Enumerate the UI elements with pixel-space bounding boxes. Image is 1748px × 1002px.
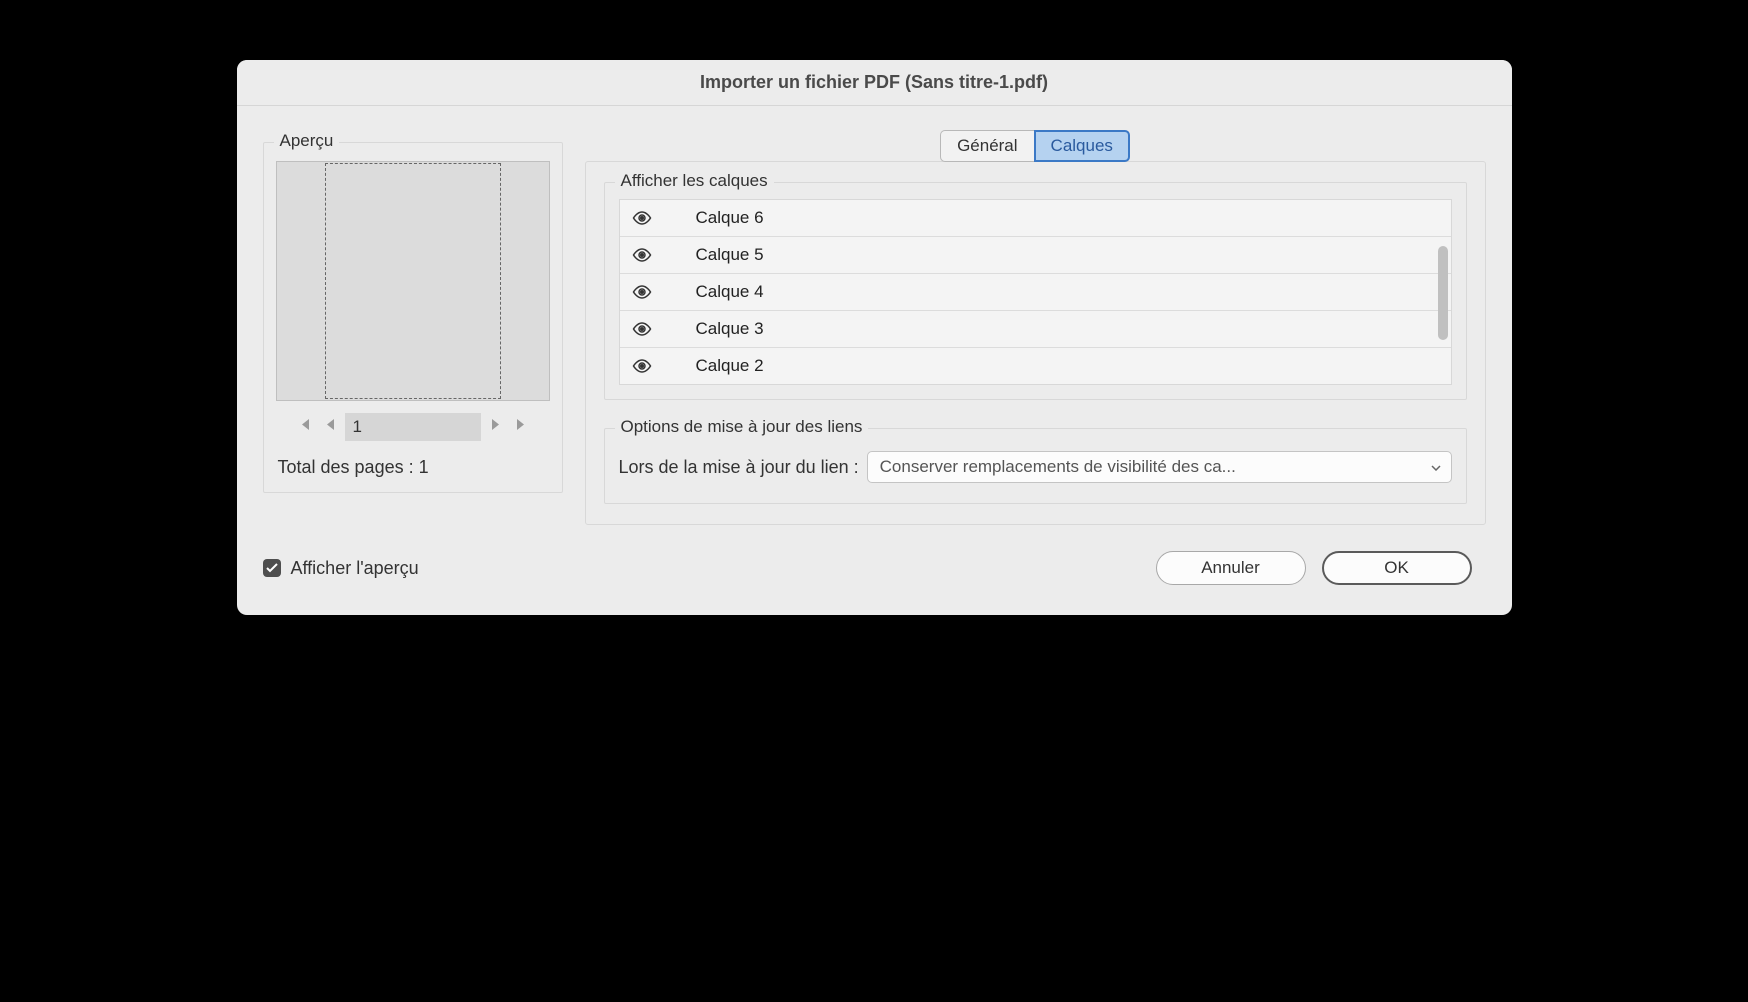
tab-layers[interactable]: Calques [1034,130,1130,162]
layer-row[interactable]: Calque 6 [620,200,1451,237]
preview-group-label: Aperçu [274,131,340,151]
visibility-eye-icon[interactable] [632,359,672,373]
visibility-eye-icon[interactable] [632,285,672,299]
visibility-eye-icon[interactable] [632,248,672,262]
on-update-label: Lors de la mise à jour du lien : [619,457,859,478]
total-pages-label: Total des pages : 1 [276,457,550,478]
link-update-options-group: Options de mise à jour des liens Lors de… [604,428,1467,504]
last-page-icon[interactable] [511,416,532,438]
layer-row[interactable]: Calque 3 [620,311,1451,348]
visibility-eye-icon[interactable] [632,211,672,225]
page-navigator [276,413,550,441]
layer-name-label: Calque 2 [672,356,764,376]
visibility-override-dropdown[interactable]: Conserver remplacements de visibilité de… [867,451,1452,483]
chevron-down-icon [1431,460,1441,474]
preview-group: Aperçu [263,142,563,493]
layer-name-label: Calque 3 [672,319,764,339]
prev-page-icon[interactable] [321,416,339,438]
show-preview-checkbox[interactable] [263,559,281,577]
page-number-input[interactable] [345,413,481,441]
layer-name-label: Calque 6 [672,208,764,228]
next-page-icon[interactable] [487,416,505,438]
tab-general[interactable]: Général [940,130,1033,162]
layer-row[interactable]: Calque 2 [620,348,1451,385]
preview-thumbnail-area [276,161,550,401]
link-update-title: Options de mise à jour des liens [615,417,869,437]
tab-bar: Général Calques [585,130,1486,162]
dialog-title: Importer un fichier PDF (Sans titre-1.pd… [237,60,1512,106]
layers-list[interactable]: Calque 6 Calque 5 Calque 4 [619,199,1452,385]
import-pdf-dialog: Importer un fichier PDF (Sans titre-1.pd… [237,60,1512,615]
show-preview-checkbox-row[interactable]: Afficher l'aperçu [263,558,419,579]
scrollbar-thumb[interactable] [1438,246,1448,340]
ok-button[interactable]: OK [1322,551,1472,585]
first-page-icon[interactable] [294,416,315,438]
cancel-button[interactable]: Annuler [1156,551,1306,585]
layer-name-label: Calque 5 [672,245,764,265]
show-layers-group: Afficher les calques Calque 6 [604,182,1467,400]
preview-page-thumbnail[interactable] [325,163,501,399]
show-layers-title: Afficher les calques [615,171,774,191]
layers-tab-panel: Afficher les calques Calque 6 [585,161,1486,525]
layer-name-label: Calque 4 [672,282,764,302]
show-preview-label: Afficher l'aperçu [291,558,419,579]
layer-row[interactable]: Calque 4 [620,274,1451,311]
visibility-eye-icon[interactable] [632,322,672,336]
layer-row[interactable]: Calque 5 [620,237,1451,274]
dropdown-value: Conserver remplacements de visibilité de… [880,457,1236,477]
